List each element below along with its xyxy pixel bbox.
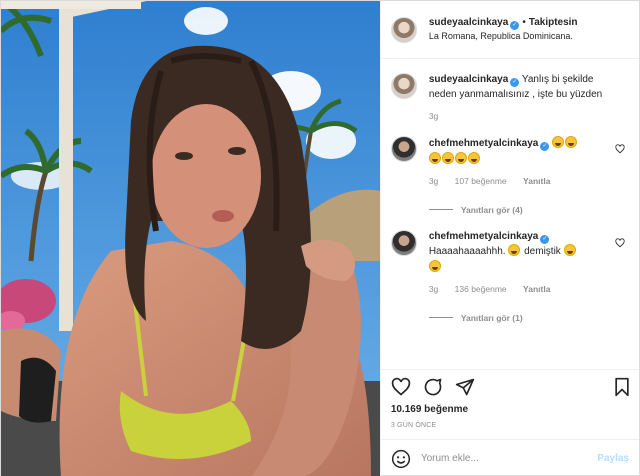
post-side-panel: sudeyaalcinkaya ✓ • Takiptesin La Romana, R…: [379, 1, 639, 476]
post-date[interactable]: 3 GÜN ÖNCE: [381, 417, 639, 439]
emoji-grin-icon: [428, 259, 441, 272]
comment-likes[interactable]: 136 beğenme: [455, 284, 507, 294]
comment-item: chefmehmetyalcinkaya ✓ Haaaahaaaahhh. dem…: [390, 229, 629, 324]
emoji-grin-icon: [552, 136, 565, 149]
caption-username[interactable]: sudeyaalcinkaya: [429, 74, 509, 85]
comment-time[interactable]: 3g: [429, 176, 438, 186]
view-replies-label: Yanıtları gör (4): [460, 204, 523, 215]
emoji-grin-icon: [428, 151, 441, 164]
avatar[interactable]: [390, 73, 417, 99]
follow-status-button[interactable]: Takiptesin: [529, 17, 578, 28]
heart-icon[interactable]: [391, 377, 411, 397]
caption: sudeyaalcinkaya ✓ Yanlış bi şekilde neden…: [390, 73, 629, 122]
replies-divider: [428, 209, 453, 211]
verified-icon: ✓: [540, 142, 550, 152]
comment-username[interactable]: chefmehmetyalcinkaya: [429, 231, 539, 242]
emoji-grin-icon: [467, 151, 480, 164]
verified-icon: ✓: [510, 78, 520, 87]
verified-icon: ✓: [510, 21, 520, 31]
separator-dot: •: [522, 17, 526, 29]
comment-username[interactable]: chefmehmetyalcinkaya: [429, 138, 539, 149]
replies-divider: [428, 317, 453, 319]
emoji-grin-icon: [563, 244, 576, 257]
action-bar: [380, 369, 639, 403]
comment-text-2: demiştik: [524, 246, 561, 258]
reply-button[interactable]: Yanıtla: [523, 284, 550, 294]
comment-input[interactable]: [420, 453, 598, 464]
comment-likes[interactable]: 107 beğenme: [455, 176, 507, 186]
add-comment-bar: Paylaş: [380, 439, 639, 476]
comment-time[interactable]: 3g: [429, 284, 438, 294]
view-replies-label: Yanıtları gör (1): [460, 312, 523, 323]
post-header: sudeyaalcinkaya ✓ • Takiptesin La Romana, R…: [380, 1, 639, 59]
comment-icon[interactable]: [423, 377, 443, 397]
emoji-picker-icon[interactable]: [391, 449, 411, 469]
comment-like-heart-icon[interactable]: [615, 144, 625, 154]
emoji-grin-icon: [508, 244, 521, 257]
post-photo[interactable]: [1, 1, 380, 476]
likes-count[interactable]: 10.169 beğenme: [381, 403, 639, 417]
header-username[interactable]: sudeyaalcinkaya: [429, 17, 509, 28]
avatar[interactable]: [390, 16, 417, 43]
emoji-grin-icon: [441, 151, 454, 164]
post-comment-button[interactable]: Paylaş: [597, 453, 629, 464]
emoji-grin-icon: [454, 151, 467, 164]
instagram-post: sudeyaalcinkaya ✓ • Takiptesin La Romana, R…: [0, 0, 640, 476]
view-replies-button[interactable]: Yanıtları gör (1): [428, 312, 607, 324]
location-link[interactable]: La Romana, Republica Dominicana.: [429, 30, 578, 42]
share-icon[interactable]: [455, 377, 475, 397]
comment-like-heart-icon[interactable]: [615, 238, 625, 248]
avatar[interactable]: [390, 229, 417, 256]
reply-button[interactable]: Yanıtla: [523, 176, 550, 186]
bookmark-icon[interactable]: [613, 377, 631, 397]
caption-time[interactable]: 3g: [429, 111, 438, 121]
emoji-grin-icon: [565, 136, 578, 149]
comment-text: Haaaahaaaahhh.: [428, 246, 506, 258]
view-replies-button[interactable]: Yanıtları gör (4): [428, 204, 607, 216]
header-text: sudeyaalcinkaya ✓ • Takiptesin La Romana, R…: [429, 16, 578, 42]
selfie-image: [1, 1, 380, 476]
comments-list[interactable]: sudeyaalcinkaya ✓ Yanlış bi şekilde neden…: [381, 59, 639, 369]
avatar[interactable]: [390, 136, 417, 163]
verified-icon: ✓: [540, 234, 550, 244]
comment-item: chefmehmetyalcinkaya ✓ 3g 107 beğenme Yan…: [390, 136, 629, 216]
